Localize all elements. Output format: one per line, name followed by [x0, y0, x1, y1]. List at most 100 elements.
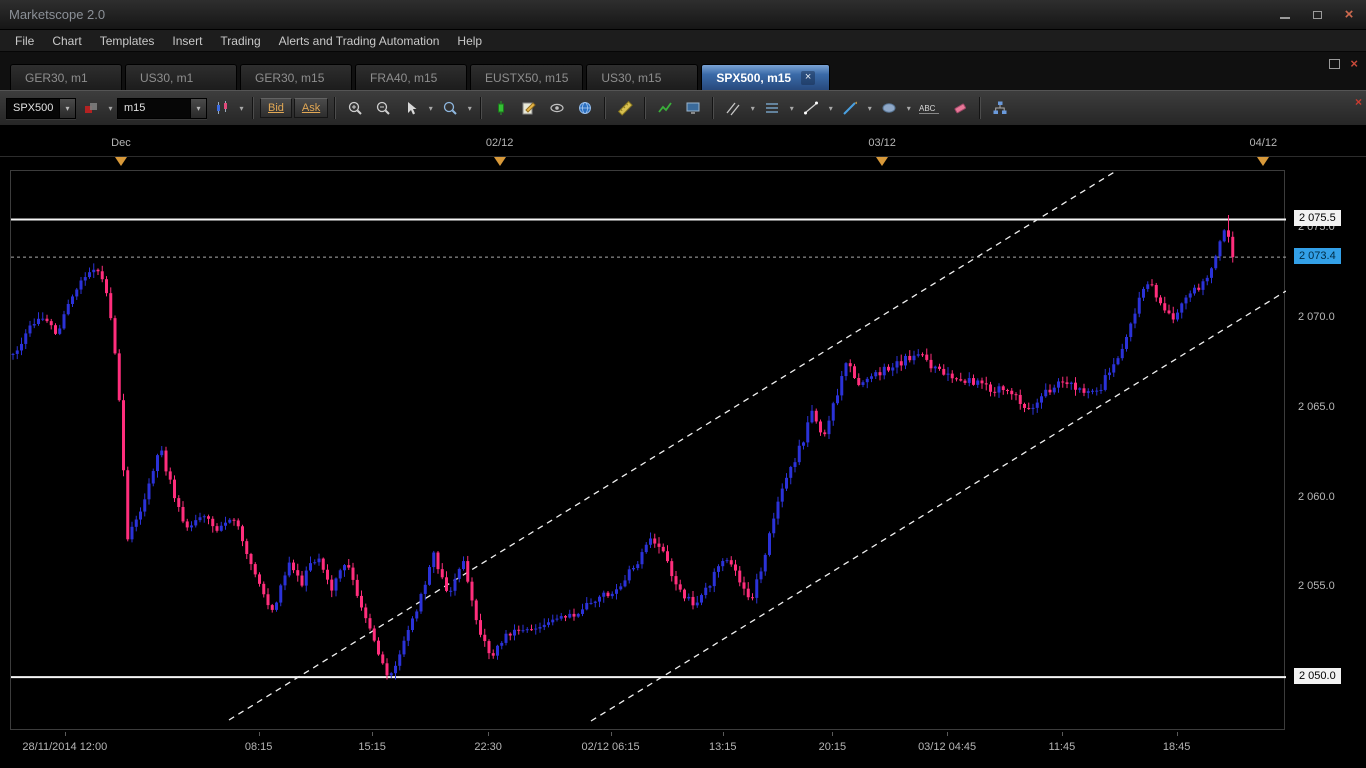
- bottom-axis-label: 08:15: [244, 741, 273, 753]
- bottom-axis-tick: [947, 732, 949, 736]
- new-chart-button[interactable]: [78, 96, 104, 120]
- session-marker-icon: [493, 157, 506, 166]
- tabbar: GER30, m1 US30, m1 GER30, m15 FRA40, m15 EUS…: [0, 52, 1366, 90]
- zoom-select-dropdown-icon[interactable]: ▾: [465, 104, 474, 113]
- bottom-axis-label: 28/11/2014 12:00: [22, 741, 108, 753]
- chart-type-button[interactable]: [209, 96, 235, 120]
- parallel-lines-icon: [726, 102, 740, 116]
- draw-line-button[interactable]: [837, 96, 863, 120]
- cursor-button[interactable]: [398, 96, 424, 120]
- trendline-icon: [804, 101, 819, 115]
- strategy-button[interactable]: [987, 96, 1013, 120]
- web-button[interactable]: [572, 96, 598, 120]
- toolbar-separator: [979, 97, 982, 119]
- parallel-lines-button[interactable]: [720, 96, 746, 120]
- close-workspace-icon[interactable]: ×: [1350, 57, 1358, 70]
- flowchart-icon: [993, 101, 1007, 114]
- float-window-icon[interactable]: [1329, 59, 1341, 69]
- new-chart-dropdown-icon[interactable]: ▾: [106, 104, 115, 113]
- toolbar-separator: [604, 97, 607, 119]
- tab-eustx50-m15[interactable]: EUSTX50, m15: [470, 64, 584, 90]
- bid-button[interactable]: Bid: [260, 98, 292, 118]
- bottom-axis-tick: [258, 732, 260, 736]
- menu-file[interactable]: File: [6, 32, 43, 50]
- chart-canvas[interactable]: [11, 171, 1286, 731]
- titlebar[interactable]: Marketscope 2.0 ×: [0, 0, 1366, 30]
- menu-trading[interactable]: Trading: [211, 32, 269, 50]
- fib-levels-button[interactable]: [759, 96, 785, 120]
- tab-label: US30, m15: [601, 70, 662, 85]
- shape-dropdown-icon[interactable]: ▾: [904, 104, 913, 113]
- menu-alerts-and-trading-automation[interactable]: Alerts and Trading Automation: [270, 32, 449, 50]
- magnifier-plus-icon: [349, 101, 362, 115]
- trendline-button[interactable]: [798, 96, 824, 120]
- candlestick-chart-icon: [217, 101, 227, 114]
- tab-spx500-m15[interactable]: SPX500, m15 ×: [701, 64, 831, 90]
- price-axis[interactable]: 2 075.02 070.02 065.02 060.02 055.02 050…: [1288, 170, 1366, 732]
- visibility-button[interactable]: [544, 96, 570, 120]
- bottom-axis-tick: [1061, 732, 1063, 736]
- menu-insert[interactable]: Insert: [163, 32, 211, 50]
- parallel-lines-dropdown-icon[interactable]: ▾: [748, 104, 757, 113]
- edit-notes-button[interactable]: [516, 96, 542, 120]
- tab-fra40-m15[interactable]: FRA40, m15: [355, 64, 467, 90]
- svg-text:ABC: ABC: [919, 104, 936, 113]
- channel-lower-line[interactable]: [590, 290, 1286, 722]
- candle-tool-button[interactable]: [488, 96, 514, 120]
- toolbar-separator: [334, 97, 337, 119]
- text-abc-icon: ABC: [919, 104, 940, 114]
- bottom-axis-label: 20:15: [818, 741, 847, 753]
- menu-help[interactable]: Help: [448, 32, 491, 50]
- price-tick-label: 2 070.0: [1298, 311, 1335, 324]
- price-tick-label: 2 060.0: [1298, 490, 1335, 503]
- tab-ger30-m1[interactable]: GER30, m1: [10, 64, 122, 90]
- chart-type-dropdown-icon[interactable]: ▾: [237, 104, 246, 113]
- draw-line-dropdown-icon[interactable]: ▾: [865, 104, 874, 113]
- channel-upper-line[interactable]: [228, 171, 1117, 721]
- zoom-in-button[interactable]: [342, 96, 368, 120]
- bottom-axis-tick: [64, 732, 66, 736]
- tab-ger30-m15[interactable]: GER30, m15: [240, 64, 352, 90]
- shape-button[interactable]: [876, 96, 902, 120]
- ask-button[interactable]: Ask: [293, 98, 329, 118]
- chevron-down-icon[interactable]: ▾: [190, 98, 206, 118]
- session-marker-icon: [876, 157, 889, 166]
- magnifier-minus-icon: [377, 101, 390, 115]
- timeframe-select[interactable]: m15 ▾: [117, 97, 207, 119]
- time-axis-bottom[interactable]: 28/11/2014 12:00 08:15 15:15 22:30 02/12 06:…: [0, 732, 1366, 768]
- menu-chart[interactable]: Chart: [43, 32, 90, 50]
- zoom-out-button[interactable]: [370, 96, 396, 120]
- close-icon[interactable]: ×: [1341, 6, 1357, 23]
- time-axis-top[interactable]: Dec 02/12 03/12 04/12: [0, 126, 1366, 170]
- ruler-icon: [618, 100, 634, 116]
- chart-area: Dec 02/12 03/12 04/12 2 075.0 2 070.0 2 065.0…: [0, 126, 1366, 768]
- zoom-select-button[interactable]: [437, 96, 463, 120]
- toolbar-separator: [252, 97, 254, 119]
- tab-us30-m1[interactable]: US30, m1: [125, 64, 237, 90]
- minimize-icon[interactable]: [1277, 7, 1293, 23]
- restore-icon[interactable]: [1309, 7, 1325, 23]
- trendline-dropdown-icon[interactable]: ▾: [826, 104, 835, 113]
- chevron-down-icon[interactable]: ▾: [59, 98, 75, 118]
- bottom-axis-tick: [610, 732, 612, 736]
- fib-levels-dropdown-icon[interactable]: ▾: [787, 104, 796, 113]
- windows-layout-button[interactable]: [680, 96, 706, 120]
- menu-templates[interactable]: Templates: [91, 32, 164, 50]
- tab-close-icon[interactable]: ×: [801, 70, 816, 85]
- cursor-dropdown-icon[interactable]: ▾: [426, 104, 435, 113]
- top-axis-label: 04/12: [1249, 137, 1278, 149]
- indicators-button[interactable]: [652, 96, 678, 120]
- green-candle-icon: [498, 101, 505, 115]
- toolbar-close-icon[interactable]: ×: [1355, 95, 1362, 109]
- globe-icon: [579, 102, 592, 114]
- symbol-select[interactable]: SPX500 ▾: [6, 97, 76, 119]
- bottom-axis-label: 02/12 06:15: [581, 741, 640, 753]
- measure-button[interactable]: [612, 96, 638, 120]
- text-label-button[interactable]: ABC: [915, 96, 945, 120]
- session-marker-icon: [114, 157, 127, 166]
- tab-label: US30, m1: [140, 70, 194, 85]
- ellipse-shape-icon: [882, 103, 896, 113]
- eraser-icon: [954, 103, 967, 114]
- eraser-button[interactable]: [947, 96, 973, 120]
- tab-us30-m15[interactable]: US30, m15: [586, 64, 699, 90]
